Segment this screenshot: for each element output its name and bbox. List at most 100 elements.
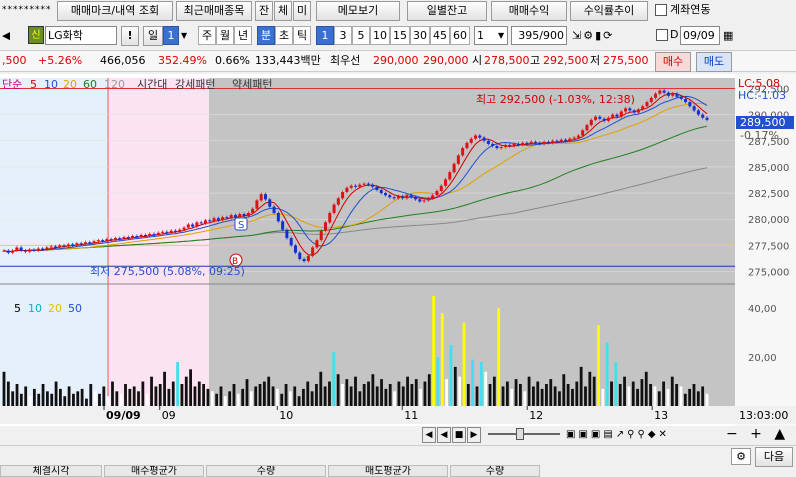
candle-body xyxy=(619,111,623,117)
ma-legend-10[interactable]: 10 xyxy=(44,78,58,91)
volume-bar xyxy=(15,384,19,406)
volume-bar xyxy=(427,374,431,406)
volume-bar xyxy=(662,381,666,406)
interval-dropdown-icon[interactable]: ▼ xyxy=(498,26,504,46)
next-button[interactable]: 다음 xyxy=(755,447,793,467)
week-button[interactable]: 주 xyxy=(198,26,216,45)
interval-1[interactable]: 1 xyxy=(316,26,334,45)
trade-profit-button[interactable]: 매매수익 xyxy=(491,1,567,21)
return-trend-button[interactable]: 수익률추이 xyxy=(570,1,648,21)
next-page-icon[interactable]: ▶ xyxy=(467,427,481,443)
volume-bar xyxy=(562,374,566,406)
zoom-slider[interactable] xyxy=(488,433,560,435)
stop-icon[interactable]: ■ xyxy=(452,427,466,443)
account-link-checkbox[interactable] xyxy=(655,4,667,16)
y-tick-label: 282,500 xyxy=(748,189,789,200)
ma-legend-60[interactable]: 60 xyxy=(83,78,97,91)
volume-legend-50[interactable]: 50 xyxy=(68,302,82,315)
candle-count-field[interactable]: 395/900 xyxy=(511,26,567,45)
volume-bar xyxy=(449,344,453,406)
candle-body xyxy=(15,247,19,251)
month-button[interactable]: 월 xyxy=(216,26,234,45)
alert-button[interactable]: ! xyxy=(121,26,139,46)
candle-body xyxy=(666,92,670,96)
calendar-icon[interactable]: ▦ xyxy=(723,26,733,46)
candle-body xyxy=(49,246,53,248)
balance-button[interactable]: 잔 xyxy=(255,1,273,21)
first-page-icon[interactable]: ◀ xyxy=(422,427,436,443)
candle-body xyxy=(238,214,242,218)
volume-bar xyxy=(184,376,188,406)
volume-bar xyxy=(371,374,375,406)
volume-bar xyxy=(501,386,505,406)
minute-button[interactable]: 분 xyxy=(257,26,275,45)
legend-timezone[interactable]: 시간대 xyxy=(137,78,167,91)
period-number[interactable]: 1 xyxy=(163,26,179,45)
ma-legend-120[interactable]: 120 xyxy=(104,78,125,91)
pending-button[interactable]: 미 xyxy=(293,1,311,21)
period-day-button[interactable]: 일 xyxy=(143,26,163,46)
date-checkbox[interactable] xyxy=(656,29,668,41)
ma-legend-5[interactable]: 5 xyxy=(30,78,37,91)
candle-body xyxy=(28,249,32,252)
interval-10[interactable]: 10 xyxy=(370,26,390,45)
account-link-label: 계좌연동 xyxy=(670,3,711,16)
legend-bull-pattern[interactable]: 강세패턴 xyxy=(175,78,215,91)
volume-bar xyxy=(610,381,613,406)
year-button[interactable]: 년 xyxy=(234,26,252,45)
volume-bar xyxy=(657,391,661,406)
volume-bar xyxy=(106,396,110,406)
recent-trade-button[interactable]: 최근매매종목 xyxy=(176,1,252,21)
tool-icons[interactable]: ⇲⚙▮⟳ xyxy=(572,26,614,46)
candle-body xyxy=(135,235,139,238)
date-field[interactable]: 09/09 xyxy=(680,26,720,45)
candle-body xyxy=(311,247,315,256)
tick-button[interactable]: 틱 xyxy=(293,26,311,45)
daily-balance-button[interactable]: 일별잔고 xyxy=(407,1,487,21)
stock-name-field[interactable]: LG화학 xyxy=(45,26,117,45)
volume-legend-20[interactable]: 20 xyxy=(48,302,62,315)
ma-legend-20[interactable]: 20 xyxy=(63,78,77,91)
candle-body xyxy=(658,90,662,94)
prev-page-icon[interactable]: ◀ xyxy=(437,427,451,443)
interval-15[interactable]: 15 xyxy=(390,26,410,45)
period-dropdown-icon[interactable]: ▼ xyxy=(181,26,187,46)
trade-mark-button[interactable]: 매매마크/내역 조회 xyxy=(57,1,173,21)
sell-button[interactable]: 매도 xyxy=(696,52,732,72)
memo-button[interactable]: 메모보기 xyxy=(316,1,400,21)
candle-body xyxy=(302,258,306,262)
price-chart[interactable]: 292,500290,000287,500285,000282,500280,0… xyxy=(0,74,796,426)
interval-45[interactable]: 45 xyxy=(430,26,450,45)
best-bid: 290,000 xyxy=(423,54,469,67)
interval-30[interactable]: 30 xyxy=(410,26,430,45)
execution-button[interactable]: 체 xyxy=(274,1,292,21)
low-price: 275,500 xyxy=(603,54,649,67)
volume-legend-5[interactable]: 5 xyxy=(14,302,21,315)
interval-5[interactable]: 5 xyxy=(352,26,370,45)
volume-bar xyxy=(584,386,587,406)
volume-bar xyxy=(558,391,561,406)
speaker-icon[interactable]: ◀ xyxy=(2,26,10,46)
buy-button[interactable]: 매수 xyxy=(655,52,691,72)
volume-bar xyxy=(375,386,379,406)
y-tick-label: 285,000 xyxy=(748,163,789,174)
time-axis-label: 13:03:00 xyxy=(739,409,788,422)
second-button[interactable]: 초 xyxy=(275,26,293,45)
volume-bar xyxy=(341,384,344,406)
zoom-slider-thumb[interactable] xyxy=(516,428,524,440)
candle-body xyxy=(379,189,383,194)
candle-body xyxy=(199,222,203,224)
interval-3[interactable]: 3 xyxy=(334,26,352,45)
volume-bar xyxy=(258,384,262,406)
svg-text:S: S xyxy=(238,220,244,231)
zoom-icons[interactable]: − + ▲ xyxy=(726,426,789,443)
volume-bar xyxy=(597,325,600,406)
settings-icon[interactable]: ⚙ xyxy=(731,448,751,465)
interval-60[interactable]: 60 xyxy=(450,26,470,45)
legend-bear-pattern[interactable]: 약세패턴 xyxy=(232,77,272,91)
volume-legend-10[interactable]: 10 xyxy=(28,302,42,315)
volume-bar xyxy=(63,396,67,406)
toolbar-icons[interactable]: ▣▣▣▤↗⚲⚲◆✕ xyxy=(566,426,670,443)
y-tick-label: 280,000 xyxy=(748,215,789,226)
volume-bar xyxy=(54,381,58,406)
